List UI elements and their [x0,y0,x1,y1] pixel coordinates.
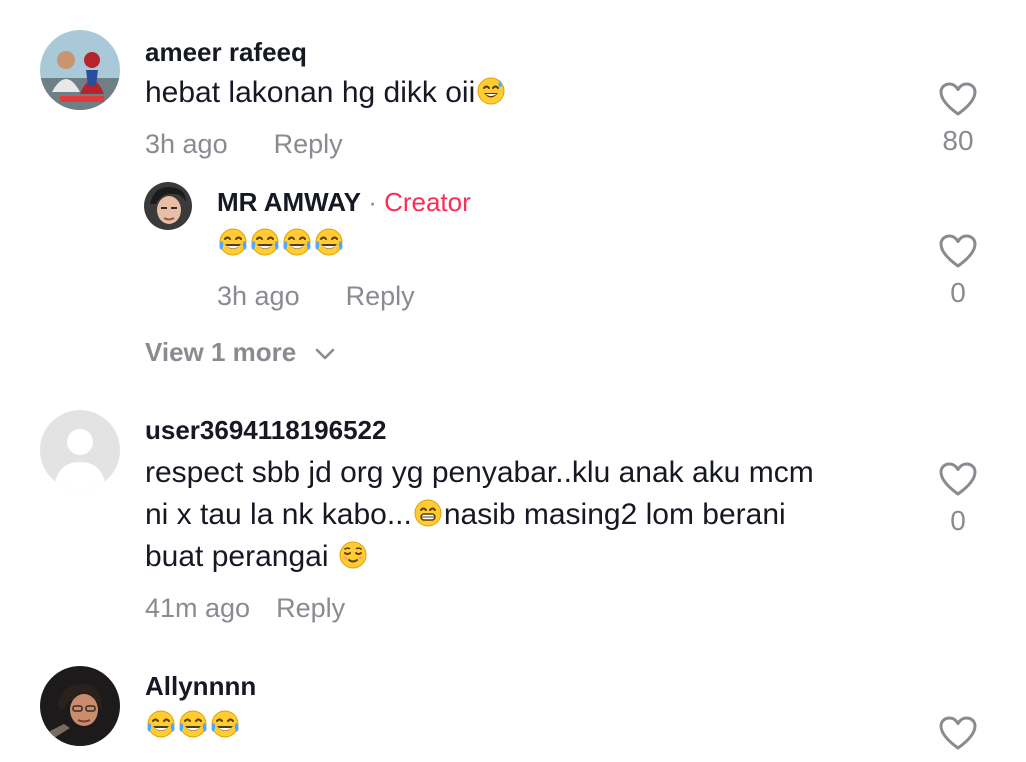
like-group: 0 [932,460,984,538]
tears-of-joy-emoji [145,709,177,741]
heart-outline-icon[interactable] [938,80,978,120]
view-more-replies-button[interactable]: View 1 more [145,336,336,368]
reply-meta: 3h ago Reply [217,280,415,312]
comment-meta: 41m ago Reply [145,592,345,624]
avatar-mr-amway[interactable] [144,182,192,230]
reply-username-line: MR AMWAY · Creator [217,186,471,218]
tears-of-joy-emoji [281,227,313,259]
reply-button[interactable]: Reply [346,281,415,311]
heart-outline-icon[interactable] [938,714,978,754]
comment-text-line-3: buat perangai [145,536,369,578]
like-group [932,714,984,754]
comment-username[interactable]: ameer rafeeq [145,36,307,68]
comment-text [145,706,241,748]
reply-text [217,224,345,266]
reply-button[interactable]: Reply [274,129,343,159]
chevron-down-icon [315,348,334,360]
avatar-default[interactable] [40,410,120,490]
comment-meta: 3h ago Reply [145,128,343,160]
comment-text-line-1: respect sbb jd org yg penyabar..klu anak… [145,456,814,489]
comment-time: 41m ago [145,593,251,623]
grinning-emoji [412,497,444,529]
comment-text-part: buat perangai [145,540,337,573]
avatar-allynnnn[interactable] [40,666,120,746]
heart-outline-icon[interactable] [938,232,978,272]
heart-outline-icon[interactable] [938,460,978,500]
avatar-ameer-rafeeq[interactable] [40,30,120,110]
reply-time: 3h ago [217,281,300,311]
view-more-label: View 1 more [145,337,297,367]
like-group: 0 [932,232,984,310]
comment-text-body: hebat lakonan hg dikk oii [145,76,476,109]
comment-username[interactable]: Allynnnn [145,670,256,702]
reply-button[interactable]: Reply [276,593,345,623]
tears-of-joy-emoji [209,709,241,741]
reply-username[interactable]: MR AMWAY [217,187,361,217]
like-count: 80 [942,125,974,156]
tears-of-joy-emoji [249,227,281,259]
comment-text-part: ni x tau la nk kabo... [145,498,412,531]
comment-text-line-2: ni x tau la nk kabo... nasib masing2 lom … [145,494,786,536]
tears-of-joy-emoji [313,227,345,259]
relieved-emoji [337,539,369,571]
like-count: 0 [950,505,966,536]
like-group: 80 [932,80,984,158]
grinning-sweat-emoji [475,75,507,107]
tears-of-joy-emoji [217,227,249,259]
comment-text-part: nasib masing2 lom berani [443,498,786,531]
like-count: 0 [950,277,966,308]
tears-of-joy-emoji [177,709,209,741]
comment-username[interactable]: user3694118196522 [145,414,386,446]
comment-text: hebat lakonan hg dikk oii [145,72,507,114]
comment-time: 3h ago [145,129,228,159]
creator-badge: Creator [384,187,471,217]
separator-dot: · [360,187,385,217]
